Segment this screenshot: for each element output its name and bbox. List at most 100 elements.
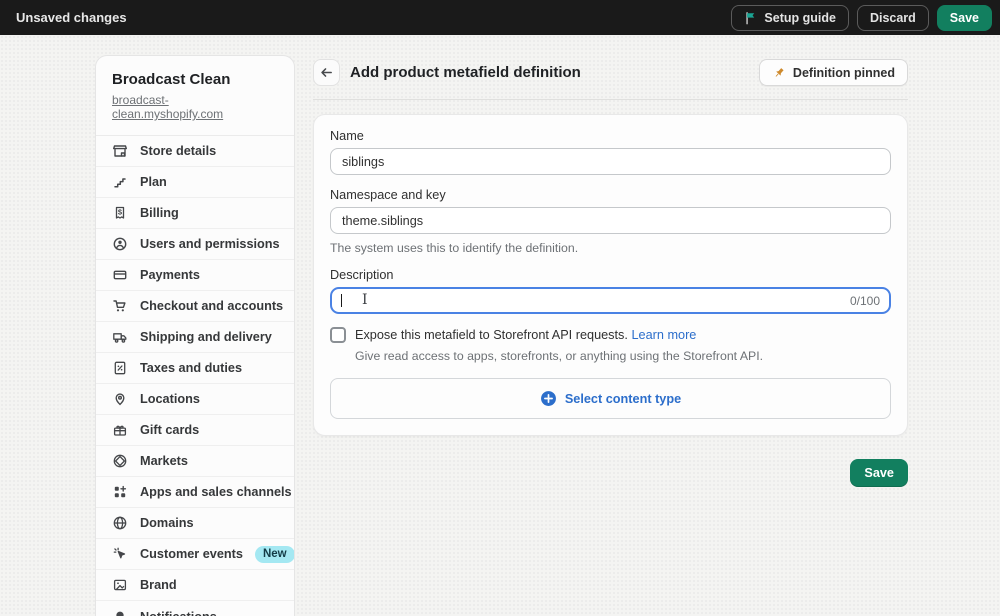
plan-icon: [112, 174, 128, 190]
brand-icon: [112, 577, 128, 593]
expose-storefront-text: Expose this metafield to Storefront API …: [355, 328, 628, 342]
sidebar-item-taxes-duties[interactable]: Taxes and duties: [96, 353, 294, 384]
store-domain-link[interactable]: broadcast-clean.myshopify.com: [112, 93, 278, 121]
sidebar-item-label: Users and permissions: [140, 237, 280, 251]
expose-storefront-help: Give read access to apps, storefronts, o…: [355, 349, 891, 363]
description-field-group: Description I 0/100: [330, 268, 891, 314]
markets-icon: [112, 453, 128, 469]
sidebar-item-markets[interactable]: Markets: [96, 446, 294, 477]
metafield-definition-card: Name Namespace and key The system uses t…: [313, 114, 908, 436]
sidebar-item-label: Billing: [140, 206, 179, 220]
discard-label: Discard: [870, 11, 916, 25]
payments-icon: [112, 267, 128, 283]
svg-text:$: $: [118, 208, 123, 217]
name-label: Name: [330, 129, 891, 143]
namespace-help-text: The system uses this to identify the def…: [330, 241, 891, 255]
main-panel: Add product metafield definition Definit…: [313, 59, 908, 487]
back-button[interactable]: [313, 59, 340, 86]
topbar-save-label: Save: [950, 11, 979, 25]
flag-icon: [744, 11, 758, 25]
description-label: Description: [330, 268, 891, 282]
sidebar-item-store-details[interactable]: Store details: [96, 136, 294, 167]
sidebar-item-users-permissions[interactable]: Users and permissions: [96, 229, 294, 260]
definition-pinned-button[interactable]: Definition pinned: [759, 59, 908, 86]
select-content-type-button[interactable]: Select content type: [330, 378, 891, 419]
sidebar-item-apps-sales-channels[interactable]: Apps and sales channels: [96, 477, 294, 508]
apps-icon: [112, 484, 128, 500]
shipping-icon: [112, 329, 128, 345]
users-icon: [112, 236, 128, 252]
learn-more-link[interactable]: Learn more: [631, 328, 696, 342]
character-counter: 0/100: [850, 294, 880, 308]
setup-guide-button[interactable]: Setup guide: [731, 5, 849, 31]
sidebar-item-label: Locations: [140, 392, 200, 406]
store-name: Broadcast Clean: [112, 71, 278, 88]
definition-pinned-label: Definition pinned: [793, 66, 895, 80]
name-input[interactable]: [330, 148, 891, 175]
namespace-label: Namespace and key: [330, 188, 891, 202]
page-title: Add product metafield definition: [350, 64, 581, 81]
pin-icon: [772, 66, 786, 80]
checkout-icon: [112, 298, 128, 314]
save-button[interactable]: Save: [850, 459, 908, 487]
sidebar-item-label: Customer events: [140, 547, 243, 561]
sidebar-item-label: Apps and sales channels: [140, 485, 292, 499]
plus-circle-icon: [540, 390, 557, 407]
save-label: Save: [864, 466, 894, 480]
sidebar-item-label: Markets: [140, 454, 188, 468]
notifications-icon: [112, 609, 128, 616]
sidebar-item-shipping-delivery[interactable]: Shipping and delivery: [96, 322, 294, 353]
gift-cards-icon: [112, 422, 128, 438]
topbar: Unsaved changes Setup guide Discard Save: [0, 0, 1000, 35]
discard-button[interactable]: Discard: [857, 5, 929, 31]
namespace-field-group: Namespace and key The system uses this t…: [330, 188, 891, 255]
sidebar-item-label: Store details: [140, 144, 216, 158]
new-badge: New: [255, 546, 295, 563]
settings-sidebar: Broadcast Clean broadcast-clean.myshopif…: [95, 55, 295, 616]
customer-events-icon: [112, 546, 128, 562]
sidebar-item-plan[interactable]: Plan: [96, 167, 294, 198]
unsaved-changes-label: Unsaved changes: [16, 10, 127, 25]
sidebar-item-label: Notifications: [140, 610, 217, 616]
topbar-save-button[interactable]: Save: [937, 5, 992, 31]
save-row: Save: [313, 459, 908, 487]
header-divider: [313, 99, 908, 100]
page-header: Add product metafield definition Definit…: [313, 59, 908, 86]
arrow-left-icon: [319, 65, 334, 80]
sidebar-item-label: Checkout and accounts: [140, 299, 283, 313]
expose-storefront-row: Expose this metafield to Storefront API …: [330, 327, 891, 343]
text-caret: [341, 294, 342, 307]
sidebar-item-locations[interactable]: Locations: [96, 384, 294, 415]
sidebar-item-label: Taxes and duties: [140, 361, 242, 375]
sidebar-item-label: Shipping and delivery: [140, 330, 272, 344]
sidebar-item-label: Domains: [140, 516, 194, 530]
sidebar-item-billing[interactable]: $ Billing: [96, 198, 294, 229]
sidebar-item-payments[interactable]: Payments: [96, 260, 294, 291]
taxes-icon: [112, 360, 128, 376]
expose-storefront-checkbox[interactable]: [330, 327, 346, 343]
topbar-actions: Setup guide Discard Save: [731, 5, 992, 31]
sidebar-item-label: Payments: [140, 268, 200, 282]
settings-page: Broadcast Clean broadcast-clean.myshopif…: [0, 35, 1000, 616]
sidebar-item-checkout-accounts[interactable]: Checkout and accounts: [96, 291, 294, 322]
sidebar-store-header: Broadcast Clean broadcast-clean.myshopif…: [96, 56, 294, 136]
sidebar-item-customer-events[interactable]: Customer events New: [96, 539, 294, 570]
sidebar-item-label: Plan: [140, 175, 167, 189]
storefront-icon: [112, 143, 128, 159]
locations-icon: [112, 391, 128, 407]
setup-guide-label: Setup guide: [764, 11, 836, 25]
sidebar-item-brand[interactable]: Brand: [96, 570, 294, 601]
description-input-wrap: I 0/100: [330, 287, 891, 314]
namespace-key-input[interactable]: [330, 207, 891, 234]
description-input[interactable]: [330, 287, 891, 314]
expose-storefront-label: Expose this metafield to Storefront API …: [355, 327, 696, 343]
sidebar-item-label: Brand: [140, 578, 177, 592]
name-field-group: Name: [330, 129, 891, 175]
sidebar-item-gift-cards[interactable]: Gift cards: [96, 415, 294, 446]
billing-icon: $: [112, 205, 128, 221]
domains-icon: [112, 515, 128, 531]
sidebar-item-domains[interactable]: Domains: [96, 508, 294, 539]
sidebar-item-notifications[interactable]: Notifications: [96, 601, 294, 616]
sidebar-item-label: Gift cards: [140, 423, 199, 437]
select-content-type-label: Select content type: [565, 392, 681, 406]
